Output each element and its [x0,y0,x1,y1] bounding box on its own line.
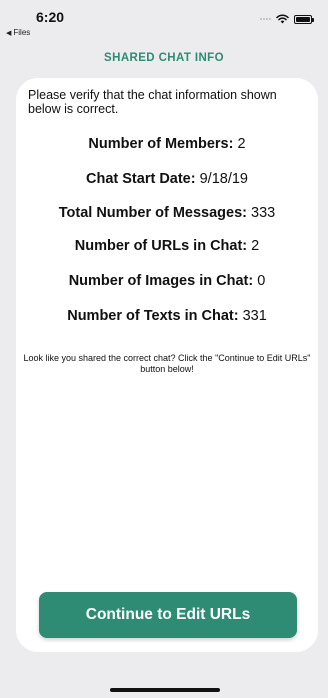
status-time: 6:20 [36,9,65,25]
back-to-app-link[interactable]: ◀ Files [6,28,30,37]
stat-label: Number of Images in Chat: [68,273,254,289]
verify-instructions: Please verify that the chat information … [28,88,277,116]
stat-images: Number of Images in Chat: 0 [16,273,318,289]
stat-value: 9/18/19 [199,171,248,187]
stat-label: Total Number of Messages: [58,205,248,221]
stat-start-date: Chat Start Date: 9/18/19 [16,171,318,187]
chat-info-card: Please verify that the chat information … [16,78,318,652]
stat-total-messages: Total Number of Messages: 333 [16,205,318,221]
status-icons [260,14,314,24]
stat-value: 0 [257,273,266,289]
stat-label: Number of Members: [88,136,234,152]
confirmation-hint: Look like you shared the correct chat? C… [23,353,311,374]
back-arrow-icon: ◀ [6,30,12,37]
stat-value: 331 [242,308,267,324]
stat-value: 2 [237,136,246,152]
wifi-icon [276,14,289,24]
screen-title: SHARED CHAT INFO [104,52,224,64]
stat-members: Number of Members: 2 [16,136,318,152]
battery-icon [294,14,314,24]
continue-to-edit-urls-button[interactable]: Continue to Edit URLs [39,592,297,638]
stat-value: 333 [251,205,276,221]
status-bar: 6:20 ◀ Files [0,0,328,40]
back-app-label: Files [13,28,31,37]
stat-label: Chat Start Date: [86,171,196,187]
stat-texts: Number of Texts in Chat: 331 [16,308,318,324]
stat-label: Number of URLs in Chat: [74,238,248,254]
stat-value: 2 [251,238,260,254]
stat-label: Number of Texts in Chat: [67,308,239,324]
signal-icon [260,18,271,20]
stat-urls: Number of URLs in Chat: 2 [16,238,318,254]
home-indicator [110,688,220,692]
